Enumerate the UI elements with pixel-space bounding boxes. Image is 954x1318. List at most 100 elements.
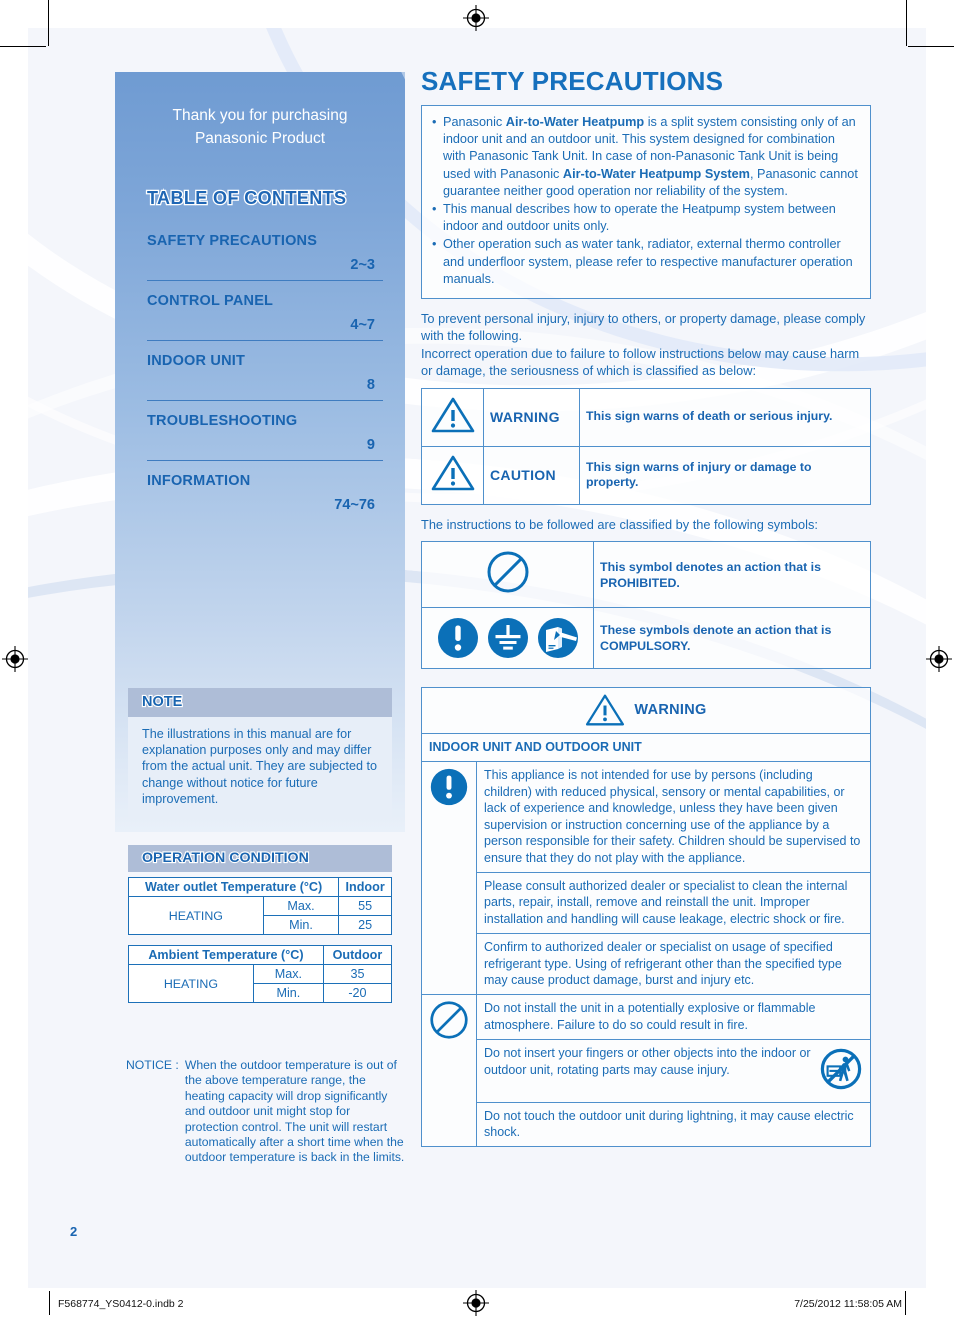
- symbols-intro-paragraph: The instructions to be followed are clas…: [421, 516, 818, 532]
- sign-word-caution: CAUTION: [483, 445, 580, 505]
- warning-banner: WARNING: [421, 687, 871, 735]
- heating-mode-label-outdoor: HEATING: [128, 964, 254, 1003]
- toc-item-troubleshooting[interactable]: TROUBLESHOOTING 9: [147, 400, 383, 460]
- toc-item-title: INFORMATION: [147, 473, 251, 489]
- table-row: Do not install the unit in a potentially…: [421, 994, 871, 1148]
- table-row: Ambient Temperature (°C) Outdoor: [128, 945, 393, 965]
- notice-label: NOTICE :: [126, 1058, 179, 1072]
- toc-item-pages: 2~3: [350, 257, 375, 273]
- notice-block: NOTICE : When the outdoor temperature is…: [126, 1058, 406, 1166]
- operation-condition-table-indoor: Water outlet Temperature (°C) Indoor HEA…: [127, 877, 392, 935]
- compulsory-exclamation-icon: [421, 761, 477, 996]
- footer-rule-left: [49, 1291, 51, 1315]
- outdoor-column-header: Outdoor: [322, 945, 393, 965]
- table-row: HEATING Max. 35: [128, 964, 393, 1003]
- limit-value-min-indoor: 25: [338, 915, 392, 935]
- operation-condition-table-outdoor: Ambient Temperature (°C) Outdoor HEATING…: [128, 945, 393, 1003]
- table-row: Do not insert your fingers or other obje…: [422, 1039, 871, 1103]
- table-row: This appliance is not intended for use b…: [421, 761, 871, 996]
- toc-item-pages: 4~7: [350, 317, 375, 333]
- footer-timestamp: 7/25/2012 11:58:05 AM: [794, 1298, 902, 1310]
- intro-bullet: Other operation such as water tank, radi…: [430, 236, 860, 288]
- thank-you-message: Thank you for purchasing Panasonic Produ…: [115, 104, 405, 150]
- table-row: HEATING Max. 55: [128, 896, 392, 935]
- warning-row-text: Do not touch the outdoor unit during lig…: [476, 1101, 871, 1148]
- registration-mark-bottom: [463, 1290, 489, 1316]
- page-number: 2: [70, 1224, 78, 1239]
- toc-item-title: INDOOR UNIT: [147, 353, 246, 369]
- thank-you-line-1: Thank you for purchasing: [172, 107, 348, 124]
- table-row: WARNING This sign warns of death or seri…: [421, 387, 871, 447]
- notice-text: When the outdoor temperature is out of t…: [184, 1058, 405, 1165]
- prohibited-icon: [421, 994, 477, 1148]
- footer-rule-right: [905, 1291, 907, 1315]
- limit-value-max-indoor: 55: [338, 896, 392, 916]
- note-body-text: The illustrations in this manual are for…: [128, 717, 392, 819]
- compulsory-exclamation-icon: [437, 618, 478, 659]
- intro-bullet-list: Panasonic Air-to-Water Heatpump is a spl…: [430, 114, 860, 288]
- ambient-temp-header: Ambient Temperature (°C): [128, 945, 324, 965]
- table-row: INDOOR UNIT AND OUTDOOR UNIT: [421, 733, 871, 763]
- toc-item-pages: 9: [366, 437, 375, 453]
- table-of-contents-list: SAFETY PRECAUTIONS 2~3 CONTROL PANEL 4~7 IND…: [147, 233, 383, 520]
- warning-triangle-icon: [421, 387, 484, 447]
- heating-mode-label-indoor: HEATING: [128, 896, 264, 935]
- table-row: This symbol denotes an action that is PR…: [421, 541, 871, 609]
- warning-subheading: INDOOR UNIT AND OUTDOOR UNIT: [421, 733, 871, 763]
- toc-item-title: CONTROL PANEL: [147, 293, 274, 309]
- table-row: CAUTION This sign warns of injury or dam…: [421, 445, 871, 505]
- page-footer: F568774_YS0412-0.indb 2 7/25/2012 11:58:…: [0, 1288, 954, 1318]
- limit-label-min-indoor: Min.: [262, 915, 340, 935]
- water-outlet-temp-header: Water outlet Temperature (°C): [127, 877, 340, 897]
- warning-row-text: Do not insert your fingers or other obje…: [484, 1046, 811, 1077]
- symbol-desc-prohibited: This symbol denotes an action that is PR…: [593, 541, 871, 609]
- warning-instructions-table: WARNING INDOOR UNIT AND OUTDOOR UNIT Thi…: [421, 687, 871, 1148]
- operation-condition-section: OPERATION CONDITION Water outlet Tempera…: [127, 845, 393, 1003]
- limit-value-min-outdoor: -20: [322, 983, 393, 1003]
- sign-desc-warning: This sign warns of death or serious inju…: [579, 387, 871, 447]
- table-row: Please consult authorized dealer or spec…: [422, 871, 871, 935]
- no-insert-fingers-icon: [819, 1045, 863, 1095]
- warning-banner-label: WARNING: [634, 701, 707, 718]
- toc-item-control-panel[interactable]: CONTROL PANEL 4~7: [147, 280, 383, 340]
- prohibited-icon: [421, 541, 594, 609]
- main-content: SAFETY PRECAUTIONS Panasonic Air-to-Wate…: [421, 66, 871, 1148]
- table-row: Confirm to authorized dealer or speciali…: [422, 933, 871, 996]
- note-header: NOTE: [128, 688, 392, 717]
- table-row: These symbols denote an action that is C…: [421, 607, 871, 670]
- refer-to-manual-icon: [537, 618, 578, 659]
- sign-definition-table: WARNING This sign warns of death or seri…: [421, 387, 871, 505]
- warning-row-text: This appliance is not intended for use b…: [476, 761, 871, 873]
- earth-ground-icon: [487, 618, 528, 659]
- intro-bullet: This manual describes how to operate the…: [430, 201, 860, 235]
- sign-desc-caution: This sign warns of injury or damage to p…: [579, 445, 871, 505]
- intro-bullet: Panasonic Air-to-Water Heatpump is a spl…: [430, 114, 860, 200]
- limit-label-max-outdoor: Max.: [252, 964, 324, 984]
- page-title: SAFETY PRECAUTIONS: [421, 66, 724, 96]
- table-row: Water outlet Temperature (°C) Indoor: [127, 877, 392, 897]
- warning-row-text: Please consult authorized dealer or spec…: [476, 871, 871, 935]
- toc-item-safety-precautions[interactable]: SAFETY PRECAUTIONS 2~3: [147, 233, 383, 280]
- intro-box: Panasonic Air-to-Water Heatpump is a spl…: [421, 105, 871, 300]
- limit-value-max-outdoor: 35: [322, 964, 393, 984]
- symbol-desc-compulsory: These symbols denote an action that is C…: [593, 607, 871, 670]
- note-box: NOTE The illustrations in this manual ar…: [128, 688, 392, 819]
- toc-item-title: TROUBLESHOOTING: [147, 413, 298, 429]
- operation-condition-header: OPERATION CONDITION: [128, 845, 392, 872]
- sign-word-warning: WARNING: [483, 387, 580, 447]
- table-row: WARNING: [421, 687, 871, 735]
- warning-row-with-icon: Do not insert your fingers or other obje…: [476, 1039, 871, 1103]
- toc-item-indoor-unit[interactable]: INDOOR UNIT 8: [147, 340, 383, 400]
- prevent-injury-paragraph: To prevent personal injury, injury to ot…: [421, 311, 866, 379]
- toc-item-pages: 74~76: [334, 497, 375, 513]
- thank-you-line-2: Panasonic Product: [194, 130, 326, 147]
- compulsory-icon-group: [421, 607, 594, 670]
- warning-row-text: Confirm to authorized dealer or speciali…: [476, 933, 871, 996]
- toc-item-pages: 8: [366, 377, 375, 393]
- toc-item-information[interactable]: INFORMATION 74~76: [147, 460, 383, 520]
- warning-row-text: Do not install the unit in a potentially…: [476, 994, 871, 1041]
- symbol-definition-table: This symbol denotes an action that is PR…: [421, 541, 871, 670]
- limit-label-min-outdoor: Min.: [252, 983, 324, 1003]
- toc-item-title: SAFETY PRECAUTIONS: [147, 233, 318, 249]
- warning-triangle-icon: [421, 445, 484, 505]
